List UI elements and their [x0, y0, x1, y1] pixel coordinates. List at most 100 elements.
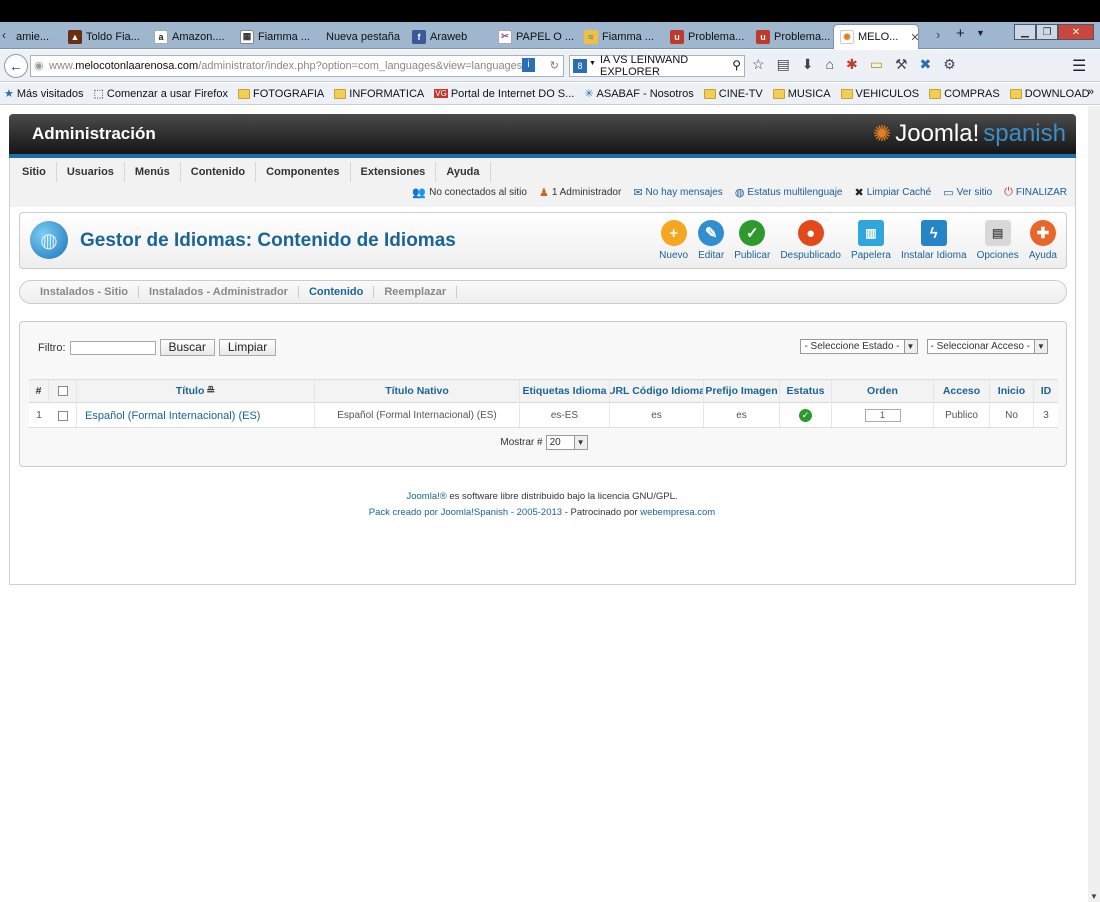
col-native-title[interactable]: Título Nativo	[315, 380, 520, 402]
url-bar[interactable]: ◉ www. melocotonlaarenosa.com/administrat…	[30, 55, 564, 77]
clear-cache-link[interactable]: ✖ Limpiar Caché	[854, 186, 931, 199]
row-checkbox[interactable]	[57, 410, 68, 421]
tools-icon[interactable]: ⚒	[895, 56, 908, 73]
logout-link[interactable]: ⏻ FINALIZAR	[1004, 186, 1067, 199]
menu-item-contenido[interactable]: Contenido	[181, 162, 257, 182]
col-image-prefix[interactable]: Prefijo Imagen	[704, 380, 780, 402]
browser-tab[interactable]: ▦ Fiamma ...	[234, 24, 320, 49]
addon-icon[interactable]: ✱	[846, 56, 858, 73]
bookmarks-list-icon[interactable]: ▤	[777, 56, 790, 73]
menu-item-ayuda[interactable]: Ayuda	[436, 162, 491, 182]
tab-list-button[interactable]: ▼	[976, 28, 985, 38]
bookmarks-overflow-icon[interactable]: »	[1088, 86, 1094, 98]
search-button[interactable]: Buscar	[159, 339, 215, 356]
bookmark-item[interactable]: ⬚ Comenzar a usar Firefox	[94, 87, 228, 101]
browser-tab[interactable]: amie...	[10, 24, 62, 49]
joomla-addon-icon[interactable]: ✖	[920, 56, 932, 73]
bookmark-folder[interactable]: VEHICULOS	[840, 88, 919, 100]
tab-contenido[interactable]: Contenido	[299, 286, 375, 298]
publish-button[interactable]: ✓ Publicar	[729, 220, 775, 261]
edit-button[interactable]: ✎ Editar	[693, 220, 729, 261]
col-language-tag[interactable]: Etiquetas Idioma	[520, 380, 610, 402]
col-title[interactable]: Título ≞	[77, 380, 315, 402]
help-button[interactable]: ✚ Ayuda	[1024, 220, 1062, 261]
maximize-button[interactable]: ❐	[1036, 24, 1058, 40]
status-messages[interactable]: ✉ No hay mensajes	[633, 186, 722, 199]
search-bar[interactable]: 8 ▼ IA VS LEINWAND EXPLORER ⚲	[569, 54, 745, 78]
new-tab-button[interactable]: +	[956, 25, 965, 42]
col-url-code[interactable]: URL Código Idioma	[610, 380, 704, 402]
webempresa-link[interactable]: webempresa.com	[640, 507, 715, 518]
tab-scroll-right-button[interactable]: ›	[936, 27, 940, 42]
col-status[interactable]: Estatus	[780, 380, 832, 402]
bookmark-folder[interactable]: DOWNLOAD	[1009, 88, 1090, 100]
info-icon[interactable]: i	[522, 58, 535, 72]
filter-input[interactable]	[69, 340, 156, 355]
bookmark-folder[interactable]: MUSICA	[772, 88, 831, 100]
view-site-link[interactable]: ▭ Ver sitio	[943, 186, 992, 199]
tab-scroll-left-button[interactable]: ‹	[2, 28, 6, 42]
bookmark-folder[interactable]: COMPRAS	[929, 88, 1000, 100]
options-button[interactable]: ▤ Opciones	[972, 220, 1024, 261]
install-language-button[interactable]: ϟ Instalar Idioma	[896, 220, 972, 261]
tab-instalados-administrador[interactable]: Instalados - Administrador	[139, 286, 299, 298]
bookmark-item[interactable]: VG Portal de Internet DO S...	[434, 88, 574, 100]
download-icon[interactable]: ⬇	[802, 56, 814, 73]
access-select[interactable]: - Seleccionar Acceso - ▼	[926, 339, 1048, 354]
clear-button[interactable]: Limpiar	[218, 339, 277, 356]
minimize-button[interactable]: ▁	[1014, 24, 1036, 40]
order-input[interactable]: 1	[864, 409, 901, 422]
browser-tab[interactable]: f Araweb	[406, 24, 492, 49]
published-check-icon[interactable]: ✓	[799, 409, 812, 422]
new-button[interactable]: + Nuevo	[654, 220, 693, 261]
close-window-button[interactable]: ✕	[1058, 24, 1094, 40]
browser-tab[interactable]: ≈ Fiamma ...	[578, 24, 664, 49]
search-engine-icon[interactable]: 8	[573, 59, 587, 73]
filter-selects: - Seleccione Estado - ▼ - Seleccionar Acc…	[800, 339, 1048, 354]
back-button[interactable]: ←	[4, 54, 28, 78]
menu-item-componentes[interactable]: Componentes	[256, 162, 351, 182]
close-tab-icon[interactable]: ✕	[910, 31, 918, 44]
scroll-down-icon[interactable]: ▼	[1088, 890, 1100, 902]
bookmark-folder[interactable]: INFORMATICA	[334, 88, 424, 100]
unpublish-button[interactable]: ● Despublicado	[775, 220, 846, 261]
trash-button[interactable]: ▥ Papelera	[846, 220, 896, 261]
joomlaspanish-link[interactable]: Pack creado por Joomla!Spanish - 2005-20…	[369, 507, 562, 518]
browser-tab[interactable]: u Problema...	[750, 24, 836, 49]
status-multilanguage[interactable]: ◍ Estatus multilenguaje	[735, 186, 843, 199]
menu-icon[interactable]: ☰	[1072, 56, 1086, 76]
bookmark-folder[interactable]: CINE-TV	[703, 88, 763, 100]
search-icon[interactable]: ⚲	[732, 58, 741, 72]
browser-tab[interactable]: u Problema...	[664, 24, 750, 49]
browser-tab[interactable]: ▲ Toldo Fia...	[62, 24, 148, 49]
bookmark-star-icon[interactable]: ☆	[752, 56, 765, 73]
tab-instalados-sitio[interactable]: Instalados - Sitio	[30, 286, 140, 298]
search-engine-dropdown-icon[interactable]: ▼	[589, 60, 596, 67]
menu-item-extensiones[interactable]: Extensiones	[351, 162, 437, 182]
bookmark-item[interactable]: ★ Más visitados	[4, 87, 84, 101]
extension-icon[interactable]: ⚙	[943, 56, 956, 73]
joomla-link[interactable]: Joomla!®	[406, 491, 446, 502]
bookmark-item[interactable]: ✳ ASABAF - Nosotros	[584, 87, 693, 101]
browser-tab[interactable]: ✂ PAPEL O ...	[492, 24, 578, 49]
home-icon[interactable]: ⌂	[826, 56, 834, 73]
page-scrollbar[interactable]: ▼	[1088, 106, 1100, 902]
limit-select[interactable]: 20 ▼	[545, 435, 588, 450]
menu-item-sitio[interactable]: Sitio	[12, 162, 57, 182]
bookmark-folder[interactable]: FOTOGRAFIA	[237, 88, 324, 100]
state-select[interactable]: - Seleccione Estado - ▼	[800, 339, 918, 354]
check-all-checkbox[interactable]	[57, 386, 68, 396]
browser-tab[interactable]: a Amazon....	[148, 24, 234, 49]
browser-tab[interactable]: Nueva pestaña	[320, 24, 406, 49]
menu-item-usuarios[interactable]: Usuarios	[57, 162, 125, 182]
row-title-link[interactable]: Español (Formal Internacional) (ES)	[77, 404, 315, 427]
col-home[interactable]: Inicio	[990, 380, 1034, 402]
tab-reemplazar[interactable]: Reemplazar	[374, 286, 458, 298]
browser-tab-active[interactable]: ✺ MELO... ✕	[833, 24, 919, 49]
note-icon[interactable]: ▭	[870, 56, 883, 73]
col-access[interactable]: Acceso	[934, 380, 990, 402]
col-id[interactable]: ID	[1034, 380, 1058, 402]
reload-icon[interactable]: ↻	[550, 59, 559, 72]
menu-item-menus[interactable]: Menús	[125, 162, 181, 182]
col-order[interactable]: Orden	[832, 380, 934, 402]
